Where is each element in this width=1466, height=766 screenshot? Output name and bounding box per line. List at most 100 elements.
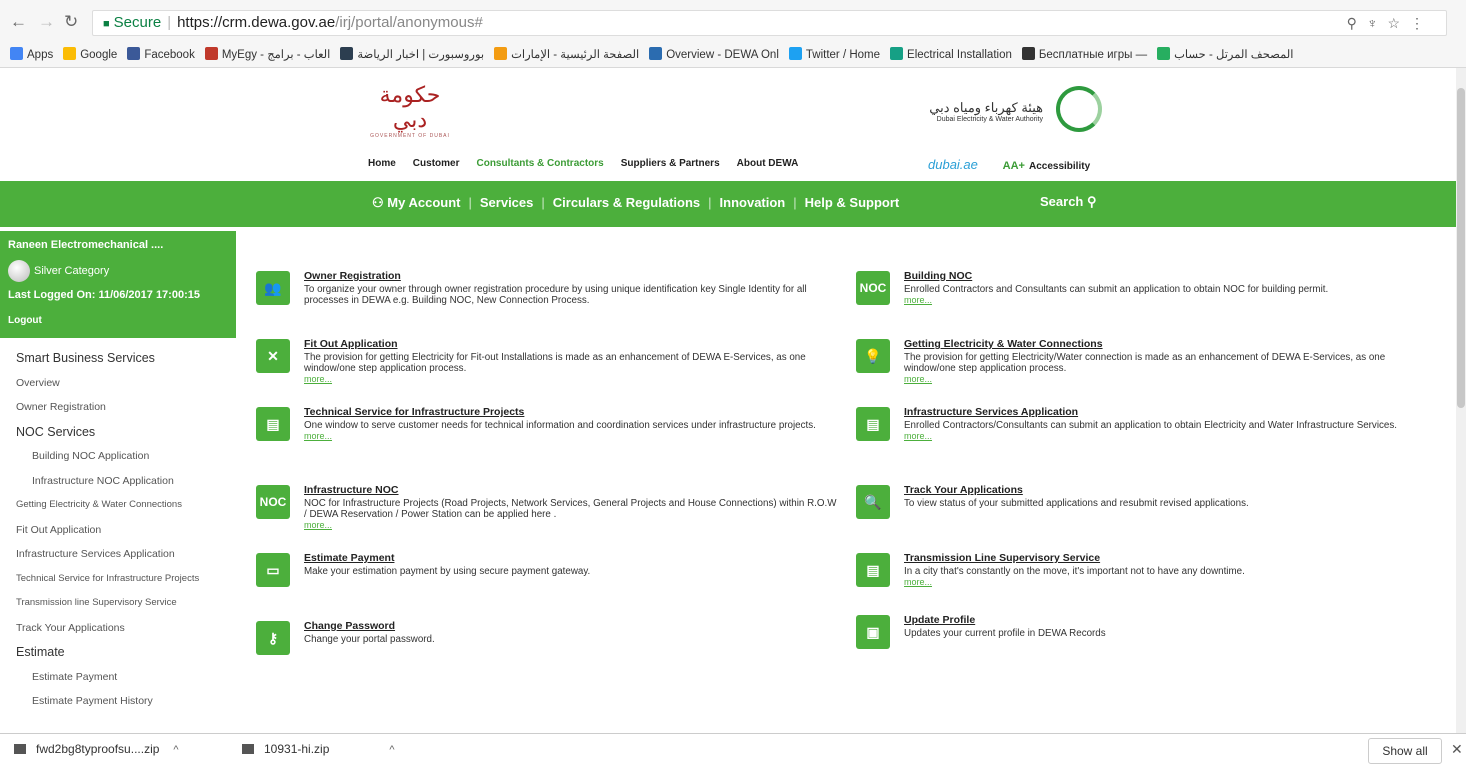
bookmark-item[interactable]: Facebook — [127, 44, 195, 66]
topnav-item[interactable]: Home — [368, 158, 396, 169]
main-nav-item[interactable]: My Account — [387, 195, 460, 210]
menu-item[interactable]: Owner Registration — [0, 395, 236, 420]
menu-item[interactable]: Infrastructure Services Application — [0, 542, 236, 567]
download-item[interactable]: 10931-hi.zip ^ — [242, 742, 395, 756]
download-item[interactable]: fwd2bg8typroofsu....zip ^ — [14, 742, 179, 756]
bookmark-item[interactable]: المصحف المرتل - حساب — [1157, 44, 1293, 66]
menu-item[interactable]: Estimate Payment History — [0, 689, 236, 714]
menu-item[interactable]: Fit Out Application — [0, 518, 236, 543]
service-description: One window to serve customer needs for t… — [304, 420, 816, 431]
service-title-link[interactable]: Infrastructure NOC — [304, 485, 839, 496]
menu-item[interactable]: Estimate Payment — [0, 665, 236, 690]
bookmark-item[interactable]: Бесплатные игры — — [1021, 44, 1147, 66]
service-title-link[interactable]: Infrastructure Services Application — [904, 407, 1424, 418]
logout-link[interactable]: Logout — [8, 315, 42, 326]
bookmark-item[interactable]: Apps — [10, 44, 53, 66]
show-all-button[interactable]: Show all — [1368, 738, 1442, 764]
bookmark-favicon-icon — [63, 47, 77, 60]
more-link[interactable]: more... — [904, 295, 1424, 306]
close-icon[interactable]: ✕ — [1451, 741, 1463, 758]
topnav-item[interactable]: Consultants & Contractors — [476, 158, 603, 169]
main-nav-item[interactable]: Innovation — [720, 195, 786, 210]
downloads-bar: fwd2bg8typroofsu....zip ^ 10931-hi.zip ^ S… — [0, 733, 1466, 766]
bookmark-favicon-icon — [10, 47, 23, 60]
menu-item[interactable]: Building NOC Application — [0, 444, 236, 469]
menu-item[interactable]: Infrastructure NOC Application — [0, 469, 236, 494]
menu-icon[interactable]: ⋮ — [1410, 15, 1434, 31]
bookmark-item[interactable]: MyEgy - العاب - برامج — [204, 44, 330, 66]
address-bar[interactable]: ■ Secure | https://crm.dewa.gov.ae/irj/port… — [92, 10, 1447, 36]
government-of-dubai-logo[interactable]: حكومة دبي GOVERNMENT OF DUBAI — [360, 83, 460, 139]
more-link[interactable]: more... — [304, 520, 839, 531]
document-icon[interactable]: ▤ — [256, 407, 290, 441]
secure-label: Secure — [113, 14, 162, 31]
service-title-link[interactable]: Owner Registration — [304, 271, 839, 282]
menu-item[interactable]: Getting Electricity & Water Connections — [0, 493, 236, 518]
bookmark-item[interactable]: Twitter / Home — [788, 44, 880, 66]
magnifier-icon[interactable]: 🔍 — [856, 485, 890, 519]
noc-icon[interactable]: NOC — [856, 271, 890, 305]
dubai-ae-logo[interactable]: dubai.ae — [928, 157, 978, 172]
zoom-icon[interactable]: ⚲ — [1347, 15, 1367, 31]
profile-icon[interactable]: ▣ — [856, 615, 890, 649]
service-description: To organize your owner through owner reg… — [304, 284, 807, 306]
more-link[interactable]: more... — [304, 431, 839, 442]
service-title-link[interactable]: Building NOC — [904, 271, 1424, 282]
noc-icon[interactable]: NOC — [256, 485, 290, 519]
menu-item[interactable]: Overview — [0, 371, 236, 396]
bulb-icon[interactable]: 💡 — [856, 339, 890, 373]
service-title-link[interactable]: Track Your Applications — [904, 485, 1424, 496]
service-title-link[interactable]: Change Password — [304, 621, 839, 632]
service-title-link[interactable]: Estimate Payment — [304, 553, 839, 564]
main-nav-item[interactable]: Help & Support — [805, 195, 900, 210]
more-link[interactable]: more... — [904, 577, 1424, 588]
bookmark-item[interactable]: الصفحة الرئيسية - الإمارات — [494, 44, 639, 66]
service-title-link[interactable]: Technical Service for Infrastructure Pro… — [304, 407, 839, 418]
extension-icon[interactable]: ♆ — [1367, 15, 1388, 31]
more-link[interactable]: more... — [904, 431, 1424, 442]
url-path: /irj/portal/anonymous# — [335, 14, 483, 31]
topnav-item[interactable]: About DEWA — [737, 158, 799, 169]
bookmark-favicon-icon — [788, 47, 802, 60]
chevron-up-icon[interactable]: ^ — [173, 744, 178, 756]
nav-divider: | — [468, 195, 472, 210]
star-icon[interactable]: ☆ — [1387, 15, 1410, 31]
menu-item[interactable]: Track Your Applications — [0, 616, 236, 641]
topnav-item[interactable]: Customer — [413, 158, 460, 169]
menu-section-heading: NOC Services — [16, 424, 96, 439]
back-icon[interactable]: ← — [10, 11, 27, 33]
bookmark-item[interactable]: Electrical Installation — [890, 44, 1012, 66]
page-scrollbar[interactable] — [1456, 68, 1466, 733]
main-nav-item[interactable]: Circulars & Regulations — [553, 195, 700, 210]
service-title-link[interactable]: Transmission Line Supervisory Service — [904, 553, 1424, 564]
bookmark-item[interactable]: Google — [63, 44, 117, 66]
key-icon[interactable]: ⚷ — [256, 621, 290, 655]
service-description: NOC for Infrastructure Projects (Road Pr… — [304, 498, 837, 520]
document-icon[interactable]: ▤ — [856, 553, 890, 587]
card-icon[interactable]: ▭ — [256, 553, 290, 587]
menu-item[interactable]: Transmission line Supervisory Service — [0, 591, 236, 616]
users-icon[interactable]: 👥 — [256, 271, 290, 305]
service-title-link[interactable]: Getting Electricity & Water Connections — [904, 339, 1424, 350]
topnav-item[interactable]: Suppliers & Partners — [621, 158, 720, 169]
tools-icon[interactable]: ✕ — [256, 339, 290, 373]
bookmark-item[interactable]: Overview - DEWA Onl — [649, 44, 779, 66]
more-link[interactable]: more... — [304, 374, 839, 385]
search-link[interactable]: Search ⚲ — [1040, 194, 1097, 210]
chevron-up-icon[interactable]: ^ — [389, 744, 394, 756]
main-nav-item[interactable]: Services — [480, 195, 534, 210]
menu-item[interactable]: Technical Service for Infrastructure Pro… — [0, 567, 236, 592]
reload-icon[interactable]: ↻ — [64, 11, 78, 33]
service-title-link[interactable]: Update Profile — [904, 615, 1424, 626]
accessibility-link[interactable]: AA+ Accessibility — [1003, 160, 1090, 172]
document-icon[interactable]: ▤ — [856, 407, 890, 441]
scrollbar-thumb[interactable] — [1457, 88, 1465, 408]
main-navigation: ⚇ My Account | Services | Circulars & Regula… — [372, 195, 899, 211]
bookmark-item[interactable]: بوروسبورت | اخبار الرياضة — [340, 44, 484, 66]
service-title-link[interactable]: Fit Out Application — [304, 339, 839, 350]
services-menu: Smart Business Services Overview Owner Reg… — [0, 346, 236, 714]
bookmark-favicon-icon — [127, 47, 141, 60]
more-link[interactable]: more... — [904, 374, 1424, 385]
service-description: To view status of your submitted applica… — [904, 498, 1249, 509]
forward-icon[interactable]: → — [38, 11, 55, 33]
